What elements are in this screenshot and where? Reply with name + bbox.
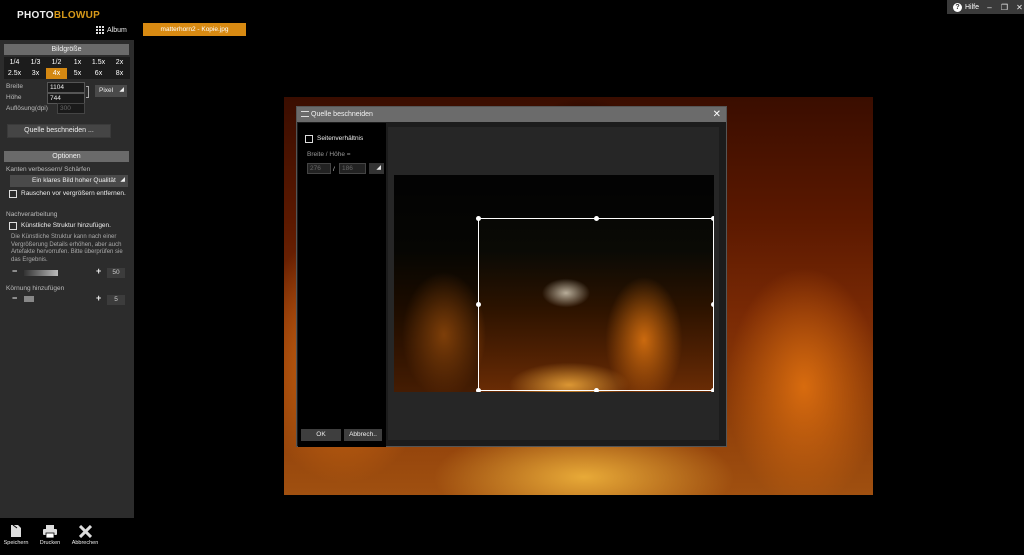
size-option[interactable]: 2.5x xyxy=(4,68,25,79)
grain-label: Körnung hinzufügen xyxy=(6,285,65,292)
top-bar: PHOTOBLOWUP Album matterhorn2 - Kopie.jp… xyxy=(0,0,1024,40)
structure-plus-button[interactable]: + xyxy=(96,266,101,276)
chevron-down-icon: ◢ xyxy=(120,177,125,183)
grain-minus-button[interactable]: − xyxy=(12,293,17,303)
size-option[interactable]: 1.5x xyxy=(88,57,109,68)
ratio-separator: / xyxy=(333,166,335,173)
crop-handle-top-right[interactable] xyxy=(711,216,714,221)
cancel-button[interactable]: Abbrechen xyxy=(70,522,100,546)
ratio-select[interactable]: ◢ xyxy=(369,163,384,174)
close-window-icon[interactable]: ✕ xyxy=(1015,3,1024,12)
save-icon xyxy=(1,522,31,540)
dialog-cancel-button[interactable]: Abbrech.. xyxy=(344,429,382,441)
dialog-title-bar[interactable]: Quelle beschneiden ✕ xyxy=(297,107,726,122)
size-option[interactable]: 1/2 xyxy=(46,57,67,68)
grid-icon xyxy=(96,26,104,34)
crop-handle-bottom[interactable] xyxy=(594,388,599,392)
crop-source-button[interactable]: Quelle beschneiden ... xyxy=(7,124,111,138)
crop-dialog: Quelle beschneiden ✕ Seitenverhältnis Br… xyxy=(296,106,727,447)
unit-select[interactable]: Pixel ◢ xyxy=(95,85,127,97)
crop-handle-bottom-left[interactable] xyxy=(476,388,481,392)
post-processing-label: Nachverarbeitung xyxy=(6,211,58,218)
height-label: Höhe xyxy=(6,94,22,101)
ratio-label: Breite / Höhe = xyxy=(307,151,351,158)
album-button[interactable]: Album xyxy=(96,26,127,34)
aspect-ratio-label: Seitenverhältnis xyxy=(317,135,364,142)
print-button[interactable]: Drucken xyxy=(35,522,65,546)
size-option[interactable]: 6x xyxy=(88,68,109,79)
image-size-header: Bildgröße xyxy=(4,44,129,55)
ok-button[interactable]: OK xyxy=(301,429,341,441)
help-icon: ? xyxy=(953,2,962,12)
printer-icon xyxy=(35,522,65,540)
close-icon xyxy=(70,522,100,540)
crop-rectangle[interactable] xyxy=(476,216,714,392)
structure-slider[interactable] xyxy=(24,270,58,276)
crop-source-image xyxy=(394,175,714,392)
dialog-options-panel: Seitenverhältnis Breite / Höhe = 276 / 1… xyxy=(298,123,386,447)
dialog-close-icon[interactable]: ✕ xyxy=(713,107,721,122)
resolution-label: Auflösung(dpi) xyxy=(6,105,48,112)
app-logo: PHOTOBLOWUP xyxy=(17,10,101,21)
resolution-field[interactable]: 300 xyxy=(57,103,85,114)
crop-handle-top[interactable] xyxy=(594,216,599,221)
size-option[interactable]: 5x xyxy=(67,68,88,79)
width-field[interactable]: 1104 xyxy=(47,82,85,93)
size-option[interactable]: 3x xyxy=(25,68,46,79)
crop-handle-left[interactable] xyxy=(476,302,481,307)
options-header: Optionen xyxy=(4,151,129,162)
denoise-label: Rauschen vor vergrößern entfernen. xyxy=(21,190,126,197)
file-tab[interactable]: matterhorn2 - Kopie.jpg xyxy=(143,23,246,36)
crop-handle-bottom-right[interactable] xyxy=(711,388,714,392)
restore-icon[interactable]: ❐ xyxy=(1000,3,1009,12)
sharpen-select[interactable]: Ein klares Bild hoher Qualität ◢ xyxy=(10,175,128,187)
size-option[interactable]: 1/4 xyxy=(4,57,25,68)
settings-panel: Bildgröße 1/4 1/3 1/2 1x 1.5x 2x 2.5x 3x 4x 5x 6x… xyxy=(0,40,134,518)
bottom-toolbar: Speichern Drucken Abbrechen xyxy=(0,518,134,555)
size-option[interactable]: 1/3 xyxy=(25,57,46,68)
size-option[interactable]: 4x xyxy=(46,68,67,79)
size-grid: 1/4 1/3 1/2 1x 1.5x 2x 2.5x 3x 4x 5x 6x 8x xyxy=(4,57,130,79)
chevron-down-icon: ◢ xyxy=(119,87,124,93)
ratio-width-field[interactable]: 276 xyxy=(307,163,331,174)
crop-canvas xyxy=(388,127,719,440)
album-label: Album xyxy=(107,26,127,34)
denoise-checkbox[interactable] xyxy=(9,190,17,198)
crop-handle-right[interactable] xyxy=(711,302,714,307)
structure-minus-button[interactable]: − xyxy=(12,266,17,276)
structure-label: Künstliche Struktur hinzufügen. xyxy=(21,222,111,229)
sharpen-label: Kanten verbessern/ Schärfen xyxy=(6,166,91,173)
grain-slider[interactable] xyxy=(24,296,34,302)
crop-handle-top-left[interactable] xyxy=(476,216,481,221)
width-label: Breite xyxy=(6,83,23,90)
chevron-down-icon: ◢ xyxy=(376,165,381,171)
size-option[interactable]: 1x xyxy=(67,57,88,68)
structure-checkbox[interactable] xyxy=(9,222,17,230)
dialog-title: Quelle beschneiden xyxy=(311,111,373,118)
window-controls: ? Hilfe – ❐ ✕ xyxy=(947,0,1024,14)
grain-value: 5 xyxy=(107,295,125,305)
help-button[interactable]: ? Hilfe xyxy=(953,2,980,12)
aspect-lock-bracket[interactable] xyxy=(86,86,89,98)
ratio-height-field[interactable]: 186 xyxy=(339,163,366,174)
help-label: Hilfe xyxy=(965,3,980,11)
structure-description: Die Künstliche Struktur kann nach einer … xyxy=(11,234,123,263)
minimize-icon[interactable]: – xyxy=(985,3,994,12)
size-option[interactable]: 8x xyxy=(109,68,130,79)
window-icon xyxy=(301,111,309,117)
size-option[interactable]: 2x xyxy=(109,57,130,68)
structure-value: 50 xyxy=(107,268,125,278)
grain-plus-button[interactable]: + xyxy=(96,293,101,303)
save-button[interactable]: Speichern xyxy=(1,522,31,546)
aspect-ratio-checkbox[interactable] xyxy=(305,135,313,143)
